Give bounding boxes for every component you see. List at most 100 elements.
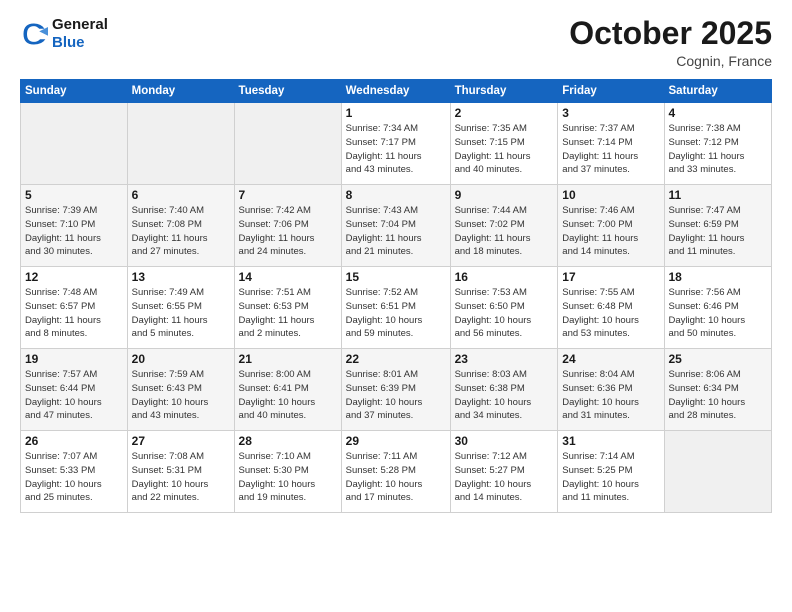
- day-info: Sunrise: 7:34 AM Sunset: 7:17 PM Dayligh…: [346, 122, 446, 177]
- day-info: Sunrise: 7:48 AM Sunset: 6:57 PM Dayligh…: [25, 286, 123, 341]
- day-number: 19: [25, 352, 123, 366]
- week-row-1: 1 Sunrise: 7:34 AM Sunset: 7:17 PM Daylig…: [21, 103, 772, 185]
- day-number: 29: [346, 434, 446, 448]
- table-row: 7 Sunrise: 7:42 AM Sunset: 7:06 PM Daylig…: [234, 185, 341, 267]
- day-info: Sunrise: 7:12 AM Sunset: 5:27 PM Dayligh…: [455, 450, 554, 505]
- table-row: [21, 103, 128, 185]
- table-row: [664, 431, 772, 513]
- table-row: 10 Sunrise: 7:46 AM Sunset: 7:00 PM Dayli…: [558, 185, 664, 267]
- day-number: 23: [455, 352, 554, 366]
- day-number: 4: [669, 106, 768, 120]
- table-row: 13 Sunrise: 7:49 AM Sunset: 6:55 PM Dayli…: [127, 267, 234, 349]
- day-info: Sunrise: 7:35 AM Sunset: 7:15 PM Dayligh…: [455, 122, 554, 177]
- day-number: 12: [25, 270, 123, 284]
- day-number: 1: [346, 106, 446, 120]
- day-info: Sunrise: 8:03 AM Sunset: 6:38 PM Dayligh…: [455, 368, 554, 423]
- table-row: 23 Sunrise: 8:03 AM Sunset: 6:38 PM Dayli…: [450, 349, 558, 431]
- col-tuesday: Tuesday: [234, 80, 341, 103]
- day-number: 16: [455, 270, 554, 284]
- table-row: 24Sunrise: 8:04 AM Sunset: 6:36 PM Dayli…: [558, 349, 664, 431]
- day-number: 28: [239, 434, 337, 448]
- day-number: 8: [346, 188, 446, 202]
- table-row: 2 Sunrise: 7:35 AM Sunset: 7:15 PM Daylig…: [450, 103, 558, 185]
- table-row: 20 Sunrise: 7:59 AM Sunset: 6:43 PM Dayli…: [127, 349, 234, 431]
- table-row: 29 Sunrise: 7:11 AM Sunset: 5:28 PM Dayli…: [341, 431, 450, 513]
- day-info: Sunrise: 7:56 AM Sunset: 6:46 PM Dayligh…: [669, 286, 768, 341]
- day-info: Sunrise: 7:53 AM Sunset: 6:50 PM Dayligh…: [455, 286, 554, 341]
- calendar-table: Sunday Monday Tuesday Wednesday Thursday…: [20, 79, 772, 513]
- day-info: Sunrise: 7:10 AM Sunset: 5:30 PM Dayligh…: [239, 450, 337, 505]
- day-info: Sunrise: 8:04 AM Sunset: 6:36 PM Dayligh…: [562, 368, 659, 423]
- location: Cognin, France: [569, 53, 772, 69]
- day-number: 11: [669, 188, 768, 202]
- table-row: 15 Sunrise: 7:52 AM Sunset: 6:51 PM Dayli…: [341, 267, 450, 349]
- day-number: 9: [455, 188, 554, 202]
- day-number: 26: [25, 434, 123, 448]
- day-info: Sunrise: 7:52 AM Sunset: 6:51 PM Dayligh…: [346, 286, 446, 341]
- day-info: Sunrise: 8:01 AM Sunset: 6:39 PM Dayligh…: [346, 368, 446, 423]
- day-info: Sunrise: 8:06 AM Sunset: 6:34 PM Dayligh…: [669, 368, 768, 423]
- day-info: Sunrise: 7:59 AM Sunset: 6:43 PM Dayligh…: [132, 368, 230, 423]
- table-row: 16 Sunrise: 7:53 AM Sunset: 6:50 PM Dayli…: [450, 267, 558, 349]
- day-info: Sunrise: 7:08 AM Sunset: 5:31 PM Dayligh…: [132, 450, 230, 505]
- table-row: 6 Sunrise: 7:40 AM Sunset: 7:08 PM Daylig…: [127, 185, 234, 267]
- day-number: 18: [669, 270, 768, 284]
- week-row-5: 26 Sunrise: 7:07 AM Sunset: 5:33 PM Dayli…: [21, 431, 772, 513]
- col-thursday: Thursday: [450, 80, 558, 103]
- table-row: 26 Sunrise: 7:07 AM Sunset: 5:33 PM Dayli…: [21, 431, 128, 513]
- day-number: 31: [562, 434, 659, 448]
- day-number: 30: [455, 434, 554, 448]
- table-row: 28 Sunrise: 7:10 AM Sunset: 5:30 PM Dayli…: [234, 431, 341, 513]
- col-monday: Monday: [127, 80, 234, 103]
- day-info: Sunrise: 7:57 AM Sunset: 6:44 PM Dayligh…: [25, 368, 123, 423]
- day-number: 6: [132, 188, 230, 202]
- day-info: Sunrise: 7:38 AM Sunset: 7:12 PM Dayligh…: [669, 122, 768, 177]
- day-number: 22: [346, 352, 446, 366]
- month-title: October 2025: [569, 16, 772, 51]
- table-row: 14 Sunrise: 7:51 AM Sunset: 6:53 PM Dayli…: [234, 267, 341, 349]
- table-row: 5Sunrise: 7:39 AM Sunset: 7:10 PM Daylig…: [21, 185, 128, 267]
- day-info: Sunrise: 7:51 AM Sunset: 6:53 PM Dayligh…: [239, 286, 337, 341]
- table-row: [127, 103, 234, 185]
- table-row: 12 Sunrise: 7:48 AM Sunset: 6:57 PM Dayli…: [21, 267, 128, 349]
- table-row: 27Sunrise: 7:08 AM Sunset: 5:31 PM Dayli…: [127, 431, 234, 513]
- day-number: 3: [562, 106, 659, 120]
- logo-icon: [20, 20, 48, 48]
- col-friday: Friday: [558, 80, 664, 103]
- day-info: Sunrise: 7:55 AM Sunset: 6:48 PM Dayligh…: [562, 286, 659, 341]
- day-number: 14: [239, 270, 337, 284]
- table-row: 18 Sunrise: 7:56 AM Sunset: 6:46 PM Dayli…: [664, 267, 772, 349]
- day-number: 2: [455, 106, 554, 120]
- table-row: 21Sunrise: 8:00 AM Sunset: 6:41 PM Dayli…: [234, 349, 341, 431]
- calendar-header-row: Sunday Monday Tuesday Wednesday Thursday…: [21, 80, 772, 103]
- day-number: 7: [239, 188, 337, 202]
- day-info: Sunrise: 7:07 AM Sunset: 5:33 PM Dayligh…: [25, 450, 123, 505]
- week-row-4: 19 Sunrise: 7:57 AM Sunset: 6:44 PM Dayli…: [21, 349, 772, 431]
- table-row: 8Sunrise: 7:43 AM Sunset: 7:04 PM Daylig…: [341, 185, 450, 267]
- day-info: Sunrise: 7:37 AM Sunset: 7:14 PM Dayligh…: [562, 122, 659, 177]
- day-info: Sunrise: 7:49 AM Sunset: 6:55 PM Dayligh…: [132, 286, 230, 341]
- day-info: Sunrise: 7:46 AM Sunset: 7:00 PM Dayligh…: [562, 204, 659, 259]
- day-number: 25: [669, 352, 768, 366]
- table-row: 25 Sunrise: 8:06 AM Sunset: 6:34 PM Dayli…: [664, 349, 772, 431]
- day-info: Sunrise: 7:11 AM Sunset: 5:28 PM Dayligh…: [346, 450, 446, 505]
- table-row: 4 Sunrise: 7:38 AM Sunset: 7:12 PM Daylig…: [664, 103, 772, 185]
- day-info: Sunrise: 7:40 AM Sunset: 7:08 PM Dayligh…: [132, 204, 230, 259]
- title-area: October 2025 Cognin, France: [569, 16, 772, 69]
- day-number: 21: [239, 352, 337, 366]
- day-number: 20: [132, 352, 230, 366]
- table-row: 3 Sunrise: 7:37 AM Sunset: 7:14 PM Daylig…: [558, 103, 664, 185]
- week-row-3: 12 Sunrise: 7:48 AM Sunset: 6:57 PM Dayli…: [21, 267, 772, 349]
- day-info: Sunrise: 7:42 AM Sunset: 7:06 PM Dayligh…: [239, 204, 337, 259]
- day-info: Sunrise: 7:39 AM Sunset: 7:10 PM Dayligh…: [25, 204, 123, 259]
- header: General Blue October 2025 Cognin, France: [20, 16, 772, 69]
- col-wednesday: Wednesday: [341, 80, 450, 103]
- day-number: 15: [346, 270, 446, 284]
- day-number: 13: [132, 270, 230, 284]
- day-number: 10: [562, 188, 659, 202]
- col-saturday: Saturday: [664, 80, 772, 103]
- table-row: 9Sunrise: 7:44 AM Sunset: 7:02 PM Daylig…: [450, 185, 558, 267]
- table-row: 31Sunrise: 7:14 AM Sunset: 5:25 PM Dayli…: [558, 431, 664, 513]
- day-number: 17: [562, 270, 659, 284]
- calendar-page: General Blue October 2025 Cognin, France…: [0, 0, 792, 612]
